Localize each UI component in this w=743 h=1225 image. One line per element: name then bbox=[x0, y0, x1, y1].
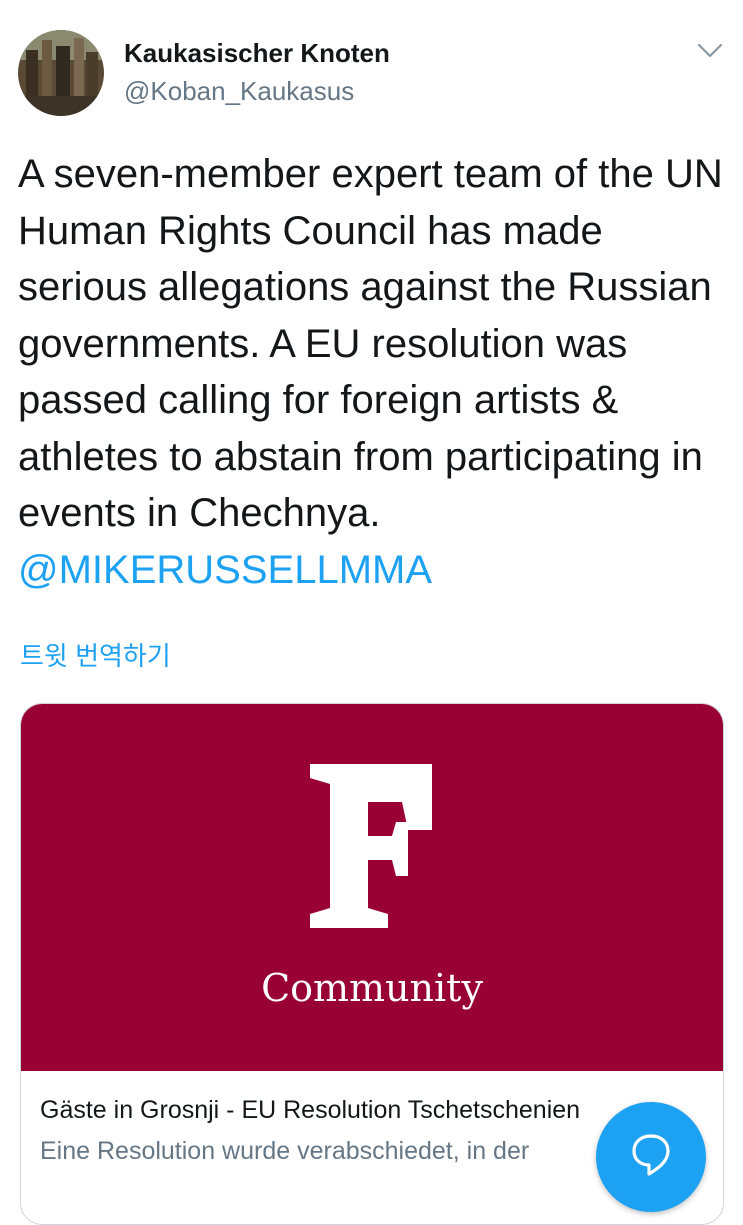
tweet-text: A seven-member expert team of the UN Hum… bbox=[18, 146, 730, 598]
compose-button[interactable] bbox=[596, 1102, 706, 1212]
card-title: Gäste in Grosnji - EU Resolution Tschets… bbox=[40, 1096, 581, 1124]
f-logo-icon bbox=[310, 764, 432, 928]
chevron-down-icon[interactable] bbox=[694, 34, 726, 66]
mention-link[interactable]: @MIKERUSSELLMMA bbox=[18, 548, 432, 592]
tweet-body: A seven-member expert team of the UN Hum… bbox=[18, 152, 723, 535]
compose-icon bbox=[632, 1134, 670, 1176]
author-name[interactable]: Kaukasischer Knoten bbox=[124, 38, 390, 69]
card-description: Eine Resolution wurde verabschiedet, in … bbox=[40, 1137, 530, 1165]
card-logo-word: Community bbox=[261, 966, 483, 1010]
author-handle[interactable]: @Koban_Kaukasus bbox=[124, 76, 354, 107]
translate-tweet-link[interactable]: 트윗 번역하기 bbox=[20, 636, 171, 673]
avatar-image bbox=[18, 30, 104, 116]
avatar[interactable] bbox=[18, 30, 104, 116]
card-image: Community bbox=[21, 704, 723, 1071]
